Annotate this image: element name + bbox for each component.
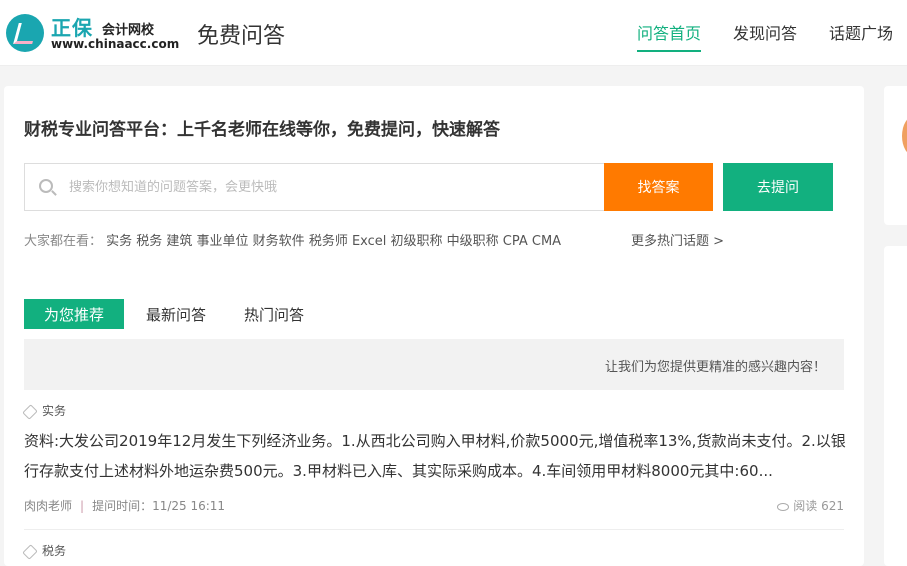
tag-icon (22, 543, 38, 560)
divider (24, 529, 844, 530)
search-box (24, 163, 604, 211)
tab-latest[interactable]: 最新问答 (136, 299, 216, 329)
question-text[interactable]: 资料:大发公司2019年12月发生下列经济业务。1.从西北公司购入甲材料,价款5… (24, 426, 846, 486)
question-tag[interactable]: 税务 (22, 542, 67, 560)
hot-topic-links[interactable]: 实务 税务 建筑 事业单位 财务软件 税务师 Excel 初级职称 中级职称 C… (106, 234, 561, 249)
hot-topics: 大家都在看： 实务 税务 建筑 事业单位 财务软件 税务师 Excel 初级职称… (24, 230, 561, 249)
tag-label: 税务 (42, 544, 67, 558)
eye-icon (777, 502, 790, 511)
side-panel (884, 246, 907, 566)
logo[interactable]: 正保 会计网校 www.chinaacc.com (6, 10, 179, 54)
ask-question-button[interactable]: 去提问 (723, 163, 833, 211)
nav-topics[interactable]: 话题广场 (829, 20, 893, 44)
logo-icon (6, 14, 44, 52)
logo-url: www.chinaacc.com (51, 37, 180, 51)
site-title: 免费问答 (197, 24, 286, 49)
recommend-banner: 让我们为您提供更精准的感兴趣内容！ (24, 339, 844, 390)
tag-label: 实务 (42, 404, 67, 418)
main-panel: 财税专业问答平台：上千名老师在线等你，免费提问，快速解答 找答案 去提问 大家都… (4, 86, 864, 566)
tag-icon (22, 403, 38, 420)
find-answer-button[interactable]: 找答案 (604, 163, 713, 211)
avatar[interactable] (902, 116, 907, 156)
view-count: 阅读 621 (777, 497, 844, 514)
question-tag[interactable]: 实务 (22, 402, 67, 420)
ask-time: 提问时间：11/25 16:11 (92, 499, 226, 513)
header: 正保 会计网校 www.chinaacc.com 免费问答 问答首页 发现问答 … (0, 0, 907, 66)
nav-discover[interactable]: 发现问答 (733, 20, 797, 44)
search-icon (39, 179, 53, 193)
page-title: 财税专业问答平台：上千名老师在线等你，免费提问，快速解答 (24, 120, 500, 140)
question-meta: 肉肉老师 | 提问时间：11/25 16:11 (24, 499, 226, 513)
views-label: 阅读 621 (793, 499, 844, 513)
hot-label: 大家都在看： (24, 234, 103, 249)
tab-recommend[interactable]: 为您推荐 (24, 299, 124, 329)
nav-home[interactable]: 问答首页 (637, 20, 702, 52)
logo-subtext: 会计网校 (102, 23, 155, 38)
search-input[interactable] (69, 176, 589, 198)
author[interactable]: 肉肉老师 (24, 499, 72, 513)
tab-hot[interactable]: 热门问答 (234, 299, 314, 329)
more-topics-link[interactable]: 更多热门话题 > (631, 230, 724, 249)
user-card (884, 86, 907, 225)
